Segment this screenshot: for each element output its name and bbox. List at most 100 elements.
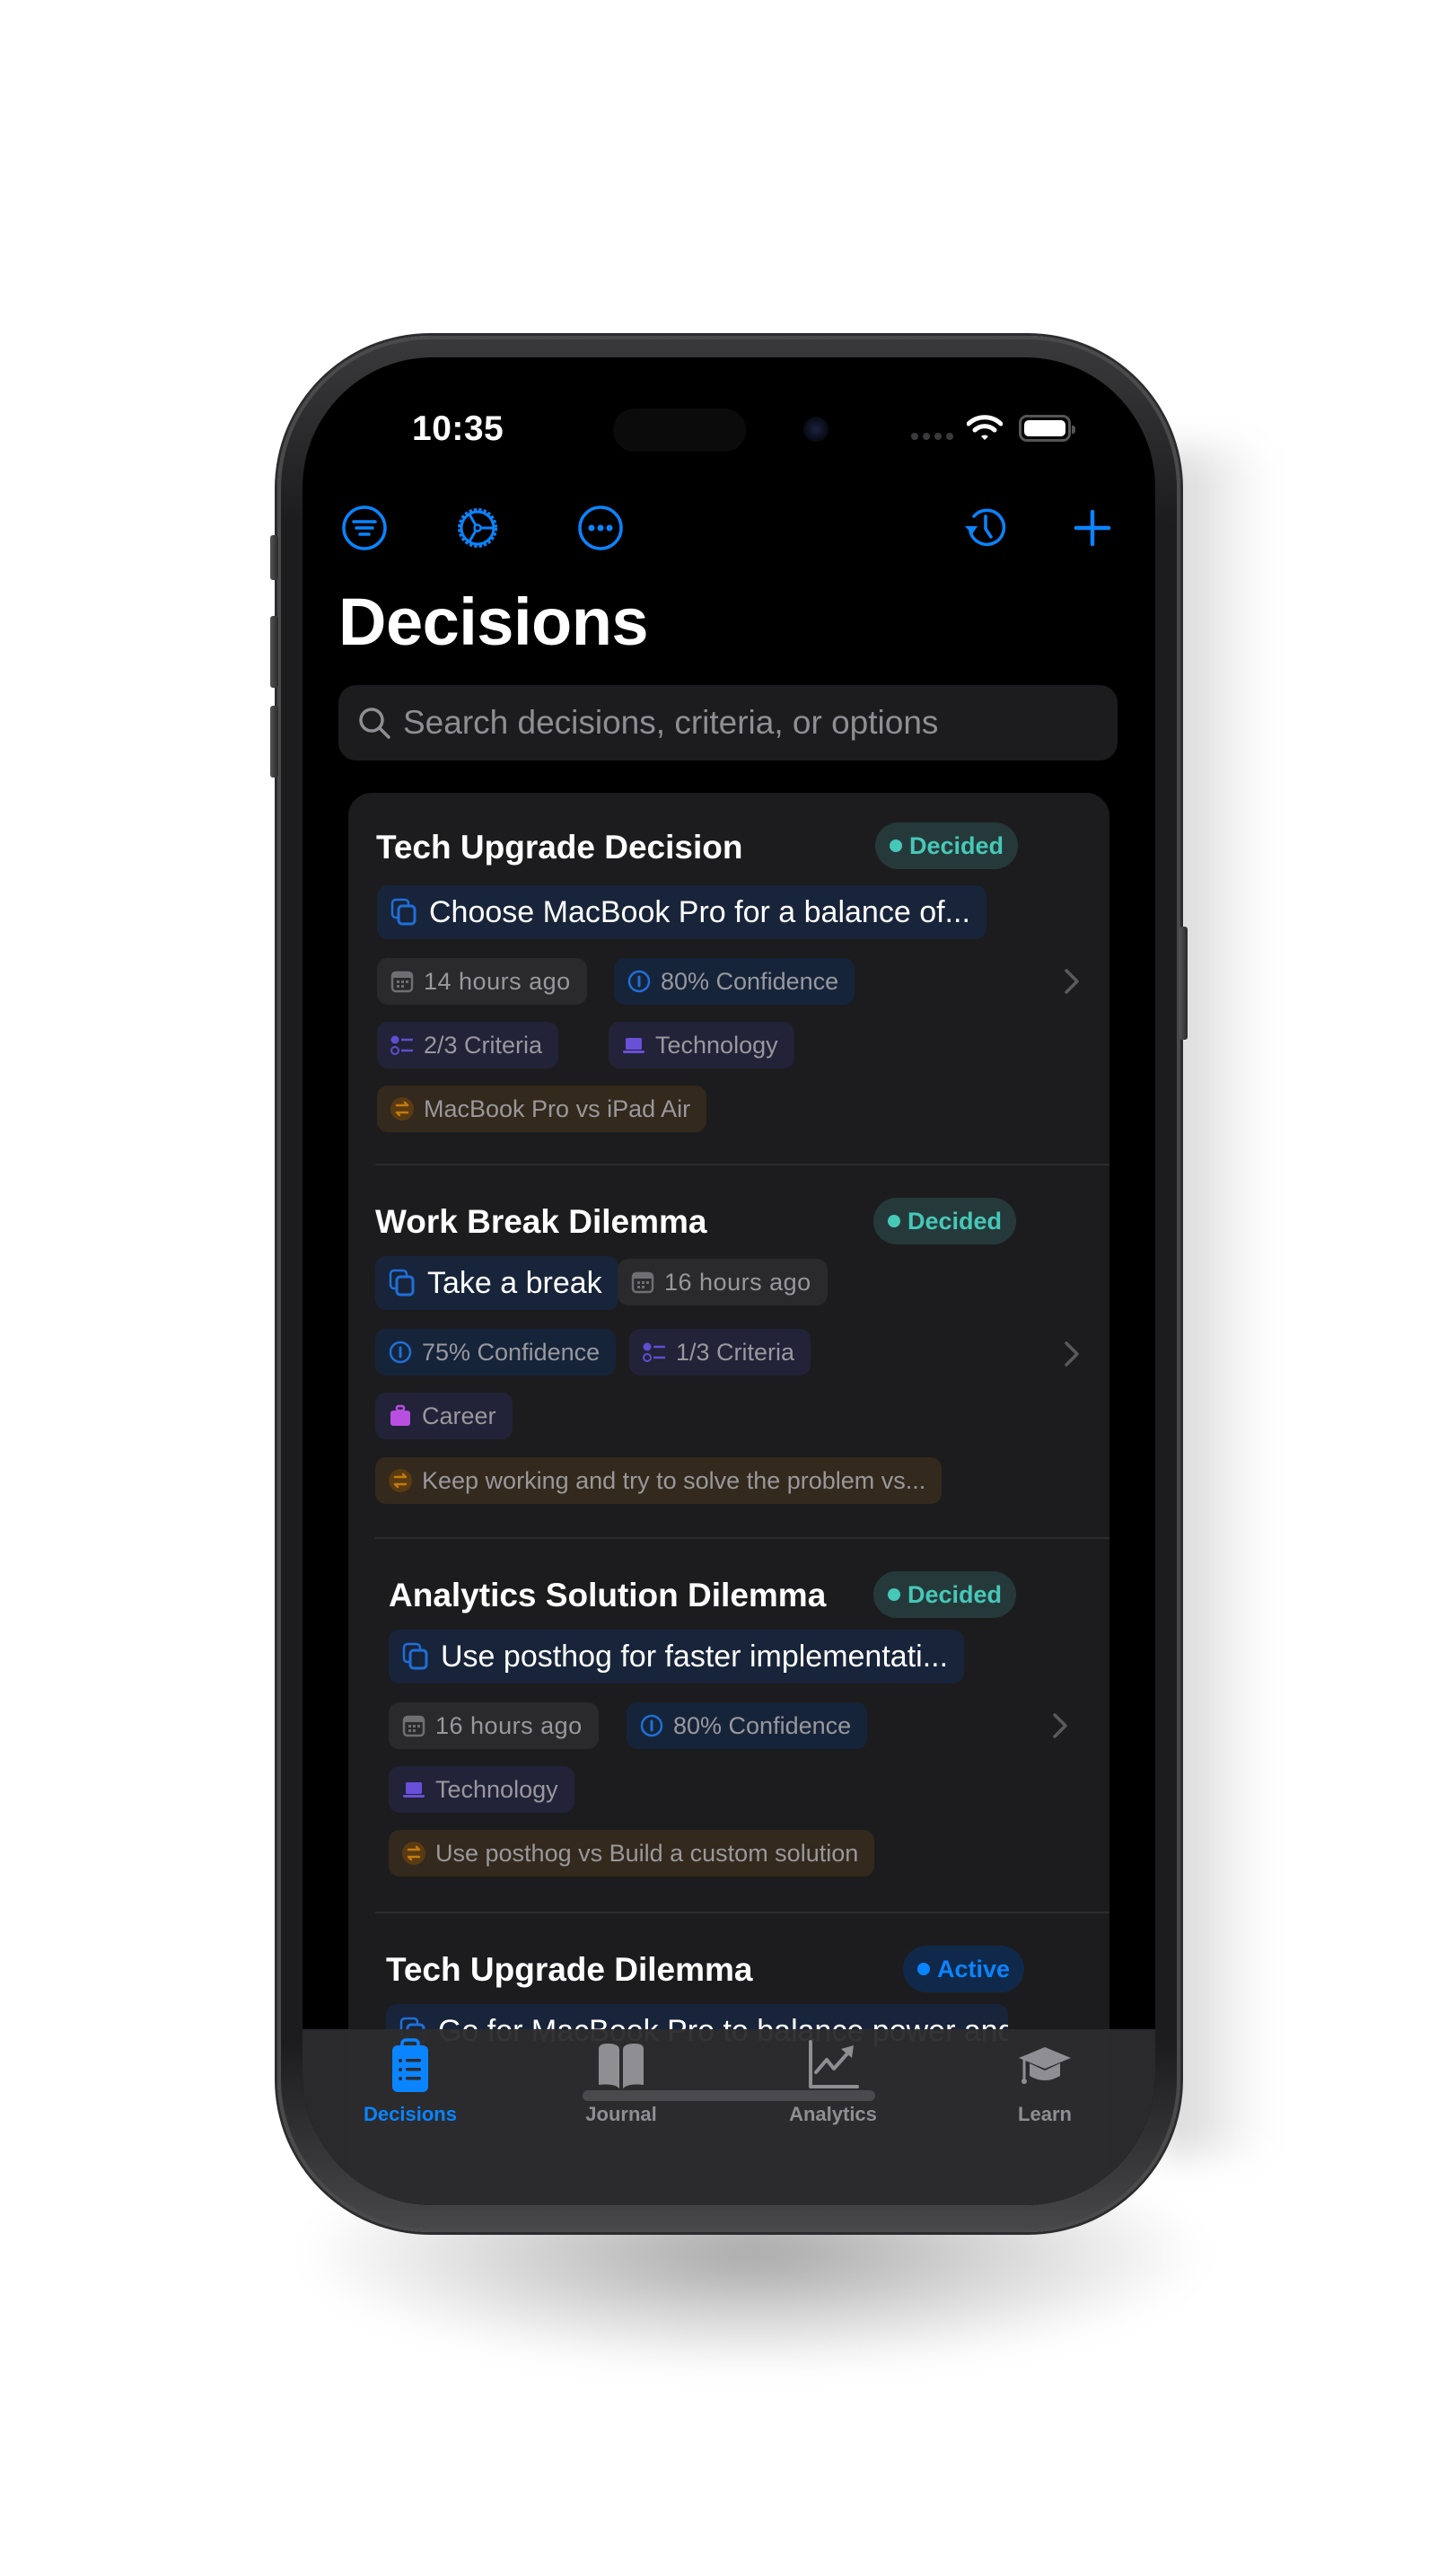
dynamic-island — [613, 409, 746, 452]
clipboard-list-icon — [392, 2038, 428, 2092]
swap-arrows-icon — [389, 1469, 412, 1492]
tab-label: Journal — [585, 2103, 657, 2125]
options-text: MacBook Pro vs iPad Air — [424, 1095, 691, 1122]
status-dot — [888, 1215, 900, 1227]
status-badge: Decided — [873, 1571, 1017, 1618]
copy-squares-icon — [389, 1269, 415, 1297]
status-label: Decided — [908, 1207, 1003, 1235]
category-chip: Career — [375, 1393, 513, 1439]
decision-title: Tech Upgrade Decision — [376, 829, 743, 866]
checklist-icon — [390, 1035, 413, 1055]
volume-up-button — [270, 616, 278, 688]
screen: 10:35 Decisions Search decisions, criter… — [303, 357, 1155, 2205]
search-bar[interactable] — [338, 685, 1118, 760]
chevron-right-icon — [1065, 969, 1079, 994]
graduation-cap-icon — [1019, 2047, 1071, 2084]
gauge-icon — [640, 1714, 663, 1737]
volume-down-button — [270, 706, 278, 778]
time-text: 16 hours ago — [435, 1711, 583, 1739]
confidence-text: 80% Confidence — [673, 1711, 852, 1739]
calendar-icon — [390, 971, 414, 993]
tab-journal[interactable]: Journal — [549, 2036, 693, 2126]
decision-row[interactable]: Analytics Solution Dilemma Decided Use p… — [348, 1537, 1109, 1912]
decision-row[interactable]: Work Break Dilemma Decided Take a break … — [348, 1164, 1109, 1537]
category-chip: Technology — [609, 1022, 794, 1068]
gauge-icon — [389, 1341, 412, 1364]
history-icon[interactable] — [961, 505, 1008, 551]
chosen-option-text: Choose MacBook Pro for a balance of... — [429, 894, 970, 929]
criteria-chip: 1/3 Criteria — [629, 1329, 811, 1376]
options-text: Use posthog vs Build a custom solution — [435, 1839, 859, 1867]
row-divider — [375, 1164, 1109, 1165]
time-chip: 14 hours ago — [377, 958, 587, 1005]
wifi-icon — [967, 415, 1003, 440]
status-label: Decided — [909, 831, 1004, 859]
tab-label: Learn — [1018, 2103, 1072, 2125]
time-chip: 16 hours ago — [389, 1702, 599, 1749]
confidence-chip: 75% Confidence — [375, 1329, 617, 1376]
criteria-text: 2/3 Criteria — [424, 1031, 543, 1059]
laptop-icon — [623, 1038, 644, 1053]
power-button — [1179, 927, 1188, 1040]
time-chip: 16 hours ago — [618, 1259, 828, 1306]
chosen-option-text: Use posthog for faster implementati... — [441, 1639, 949, 1674]
cellular-signal-icon — [911, 433, 953, 440]
tab-decisions[interactable]: Decisions — [338, 2036, 482, 2126]
chosen-option-chip: Take a break — [375, 1256, 618, 1310]
chosen-option-chip: Choose MacBook Pro for a balance of... — [377, 885, 986, 939]
options-chip: Keep working and try to solve the proble… — [375, 1457, 943, 1504]
decision-title: Work Break Dilemma — [375, 1203, 707, 1240]
front-camera — [803, 417, 829, 442]
swap-arrows-icon — [390, 1097, 414, 1121]
laptop-icon — [403, 1782, 425, 1798]
chevron-right-icon — [1053, 1713, 1067, 1738]
calendar-icon — [631, 1271, 654, 1294]
tab-bar: Decisions Journal Analytics Learn — [303, 2029, 1155, 2205]
settings-gear-icon[interactable] — [454, 505, 501, 551]
tab-analytics[interactable]: Analytics — [761, 2036, 905, 2126]
more-ellipsis-icon[interactable] — [577, 505, 624, 551]
confidence-text: 80% Confidence — [661, 967, 839, 995]
home-indicator[interactable] — [583, 2090, 875, 2101]
status-dot — [888, 1588, 900, 1601]
category-chip: Technology — [389, 1766, 574, 1813]
chosen-option-text: Take a break — [427, 1265, 602, 1300]
gauge-icon — [627, 970, 651, 993]
calendar-icon — [402, 1715, 425, 1737]
chosen-option-chip: Use posthog for faster implementati... — [389, 1630, 965, 1684]
tab-learn[interactable]: Learn — [973, 2036, 1117, 2126]
status-time: 10:35 — [412, 409, 504, 448]
filter-icon[interactable] — [341, 505, 388, 551]
tab-label: Analytics — [789, 2103, 877, 2125]
row-divider — [375, 1912, 1109, 1913]
confidence-text: 75% Confidence — [422, 1338, 601, 1366]
search-icon — [359, 708, 390, 739]
add-plus-icon[interactable] — [1069, 505, 1116, 551]
swap-arrows-icon — [402, 1842, 425, 1865]
status-label: Active — [937, 1955, 1011, 1983]
decision-row[interactable]: Tech Upgrade Decision Decided Choose Mac… — [348, 793, 1109, 1164]
status-dot — [917, 1963, 930, 1975]
book-icon — [599, 2044, 644, 2088]
copy-squares-icon — [390, 898, 416, 926]
confidence-chip: 80% Confidence — [614, 958, 855, 1005]
copy-squares-icon — [402, 1642, 428, 1670]
battery-icon — [1019, 415, 1075, 442]
page-title: Decisions — [338, 585, 649, 659]
time-text: 14 hours ago — [424, 967, 571, 995]
category-text: Technology — [655, 1031, 778, 1059]
time-text: 16 hours ago — [664, 1268, 811, 1296]
decision-title: Analytics Solution Dilemma — [389, 1577, 827, 1613]
status-badge: Decided — [875, 822, 1019, 869]
criteria-chip: 2/3 Criteria — [377, 1022, 559, 1068]
status-badge: Decided — [873, 1198, 1017, 1244]
checklist-icon — [643, 1342, 665, 1362]
row-divider — [375, 1537, 1109, 1539]
decision-title: Tech Upgrade Dilemma — [386, 1951, 753, 1988]
category-text: Career — [422, 1402, 496, 1429]
options-text: Keep working and try to solve the proble… — [422, 1466, 926, 1494]
criteria-text: 1/3 Criteria — [676, 1338, 795, 1366]
search-input[interactable] — [403, 704, 1103, 742]
status-label: Decided — [908, 1580, 1003, 1608]
category-text: Technology — [435, 1775, 558, 1803]
